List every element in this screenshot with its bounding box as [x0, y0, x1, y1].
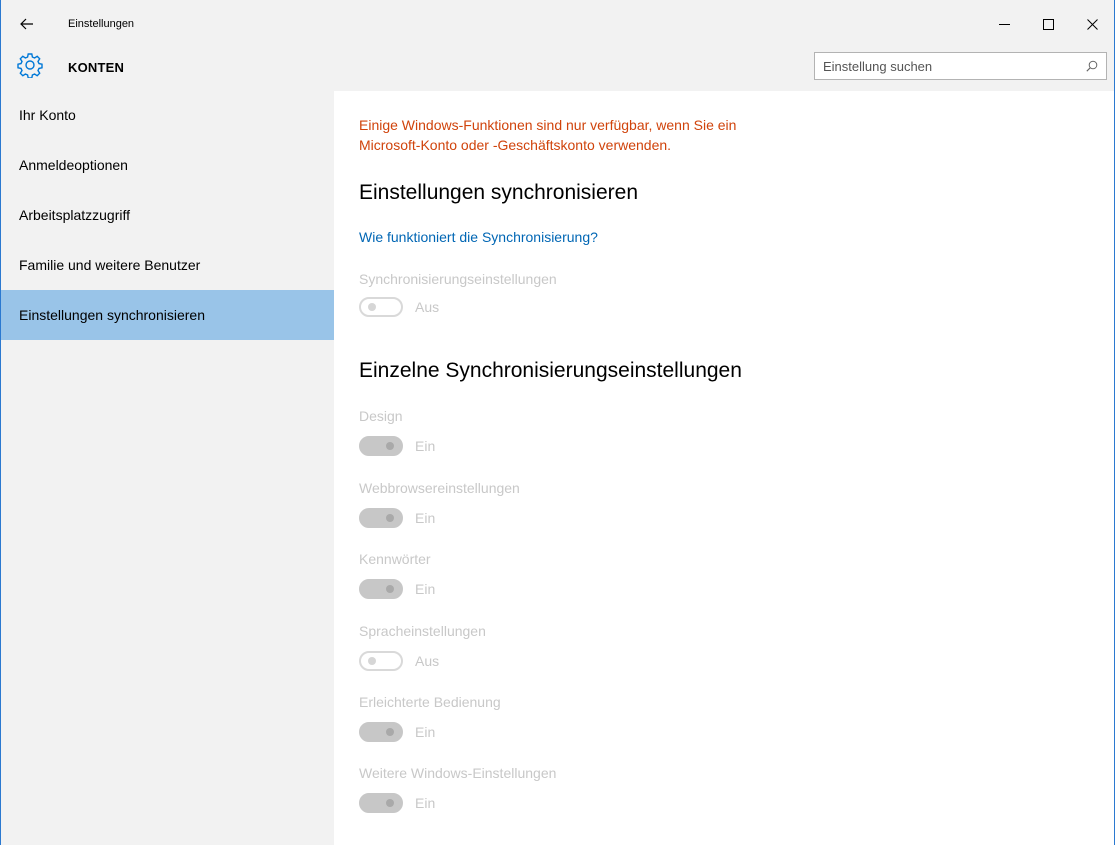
language-toggle-row: Aus — [359, 651, 439, 671]
section-title: KONTEN — [68, 60, 125, 75]
sync-settings-label: Synchronisierungseinstellungen — [359, 271, 557, 287]
minimize-button[interactable] — [982, 8, 1026, 40]
back-arrow-icon — [20, 18, 33, 30]
accessibility-label: Erleichterte Bedienung — [359, 694, 501, 710]
toggle-knob — [368, 303, 376, 311]
language-toggle[interactable] — [359, 651, 403, 671]
toggle-knob — [386, 799, 394, 807]
main-content: Einige Windows-Funktionen sind nur verfü… — [359, 91, 1099, 845]
design-toggle-row: Ein — [359, 436, 435, 456]
webbrowser-toggle[interactable] — [359, 508, 403, 528]
accessibility-toggle[interactable] — [359, 722, 403, 742]
sync-help-link[interactable]: Wie funktioniert die Synchronisierung? — [359, 229, 598, 245]
sync-settings-toggle-row: Aus — [359, 297, 439, 317]
window-controls — [982, 8, 1114, 40]
toggle-knob — [386, 728, 394, 736]
search-input[interactable] — [815, 53, 1082, 79]
app-title: Einstellungen — [68, 18, 135, 30]
toggle-knob — [368, 657, 376, 665]
sidebar-item-arbeitsplatzzugriff[interactable]: Arbeitsplatzzugriff — [1, 190, 334, 240]
design-toggle[interactable] — [359, 436, 403, 456]
title-bar: Einstellungen — [1, 0, 1114, 48]
language-state: Aus — [415, 653, 440, 669]
maximize-icon — [1042, 18, 1054, 30]
sidebar-item-familie[interactable]: Familie und weitere Benutzer — [1, 240, 334, 290]
other-windows-toggle[interactable] — [359, 793, 403, 813]
sync-settings-toggle[interactable] — [359, 297, 403, 317]
design-state: Ein — [415, 438, 436, 454]
heading-sync: Einstellungen synchronisieren — [359, 181, 638, 204]
passwords-label: Kennwörter — [359, 551, 431, 567]
webbrowser-toggle-row: Ein — [359, 508, 435, 528]
sidebar-item-einstellungen-synchronisieren[interactable]: Einstellungen synchronisieren — [1, 290, 334, 340]
minimize-icon — [998, 23, 1010, 25]
sidebar-item-anmeldeoptionen[interactable]: Anmeldeoptionen — [1, 140, 334, 190]
account-warning-text: Einige Windows-Funktionen sind nur verfü… — [359, 117, 737, 153]
design-label: Design — [359, 408, 403, 424]
sidebar-item-ihr-konto[interactable]: Ihr Konto — [1, 91, 334, 140]
settings-window: Einstellungen KONTEN Einstellung suchen … — [0, 0, 1115, 845]
passwords-toggle-row: Ein — [359, 579, 435, 599]
close-button[interactable] — [1070, 8, 1114, 40]
other-windows-toggle-row: Ein — [359, 793, 435, 813]
language-label: Spracheinstellungen — [359, 623, 486, 639]
toggle-knob — [386, 514, 394, 522]
search-icon[interactable] — [1082, 53, 1102, 79]
webbrowser-state: Ein — [415, 510, 436, 526]
accessibility-toggle-row: Ein — [359, 722, 435, 742]
page-header: KONTEN — [1, 48, 1114, 91]
search-box[interactable] — [814, 52, 1107, 80]
passwords-toggle[interactable] — [359, 579, 403, 599]
toggle-knob — [386, 585, 394, 593]
sidebar-nav: Ihr Konto Anmeldeoptionen Arbeitsplatzzu… — [1, 91, 334, 845]
maximize-button[interactable] — [1026, 8, 1070, 40]
close-icon — [1086, 18, 1098, 30]
webbrowser-label: Webbrowsereinstellungen — [359, 480, 520, 496]
other-windows-state: Ein — [415, 795, 436, 811]
sync-settings-state: Aus — [415, 299, 440, 315]
accessibility-state: Ein — [415, 724, 436, 740]
other-windows-label: Weitere Windows-Einstellungen — [359, 765, 557, 781]
back-button[interactable] — [15, 12, 39, 36]
toggle-knob — [386, 442, 394, 450]
passwords-state: Ein — [415, 581, 436, 597]
gear-icon — [17, 53, 43, 78]
heading-individual: Einzelne Synchronisierungseinstellungen — [359, 359, 742, 382]
